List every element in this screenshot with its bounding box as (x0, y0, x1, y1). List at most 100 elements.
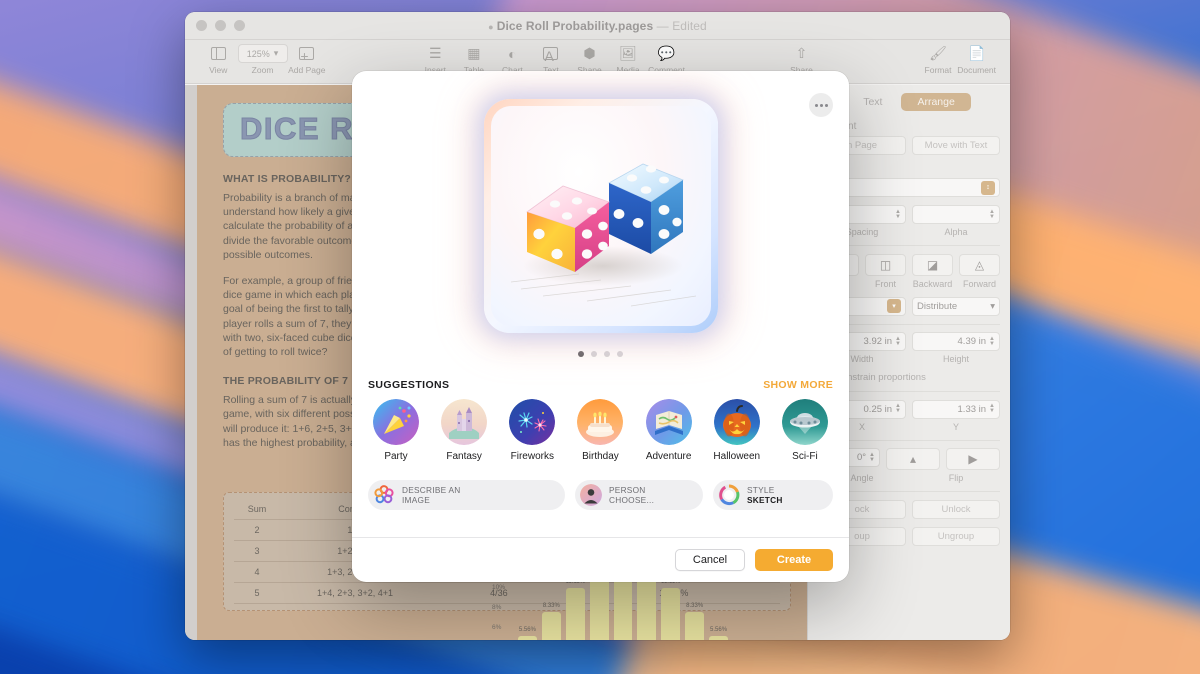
show-more-button[interactable]: SHOW MORE (763, 379, 833, 391)
add-page-icon: + (299, 44, 315, 64)
toolbar-document[interactable]: 📄 Document (957, 42, 996, 75)
suggestion-party[interactable]: Party (366, 399, 426, 462)
toolbar-format[interactable]: 🖌 Format (919, 42, 958, 75)
describe-image-text: DESCRIBE AN IMAGE (402, 485, 461, 506)
carousel-dots[interactable] (578, 351, 623, 357)
distribute-select[interactable]: Distribute ▾ (912, 296, 1000, 316)
chart-bar: 5.56% (518, 627, 537, 640)
flip-vertical-icon[interactable]: ▴ (886, 448, 940, 470)
image-playground-dialog: SUGGESTIONS SHOW MORE Party Fantasy Fire… (352, 71, 849, 582)
chart-ytick: 6% (492, 624, 502, 631)
cancel-button[interactable]: Cancel (675, 549, 745, 571)
style-line1: STYLE (747, 484, 775, 495)
suggestion-adventure[interactable]: Adventure (639, 399, 699, 462)
stepper-icon[interactable]: ▲ ▼ (895, 336, 901, 347)
cell-sum: 2 (234, 519, 280, 542)
window-titlebar: ● Dice Roll Probability.pages — Edited (185, 12, 1010, 40)
create-button[interactable]: Create (755, 549, 833, 571)
distribute-label: Distribute (917, 300, 958, 312)
x-value: 0.25 in (863, 403, 893, 415)
style-line2: SKETCH (747, 495, 783, 505)
chart-bar-label: 5.56% (710, 627, 728, 634)
party-popper-icon (373, 399, 419, 445)
chart-bar: 5.56% (709, 627, 729, 640)
dice-illustration (510, 163, 696, 307)
toolbar-add-page-label: Add Page (288, 65, 326, 75)
bring-front-icon[interactable]: ◫ (865, 253, 906, 276)
person-line2: CHOOSE... (609, 495, 655, 505)
person-line1: PERSON (609, 484, 646, 495)
blue-die (607, 163, 684, 254)
fireworks-icon (509, 399, 556, 445)
carousel-dot[interactable] (617, 351, 623, 357)
stepper-icon[interactable]: ▲ ▼ (869, 452, 875, 463)
chevron-down-icon: ▾ (887, 299, 901, 313)
height-input[interactable]: 4.39 in ▲ ▼ (912, 332, 1000, 351)
forward-label: Forward (962, 278, 996, 289)
chart-icon: ◐ (508, 45, 517, 62)
move-with-text-button[interactable]: Move with Text (912, 136, 1000, 155)
cell-sum: 3 (234, 540, 280, 563)
cell-sum: 5 (234, 582, 280, 605)
style-selector-button[interactable]: STYLE SKETCH (713, 480, 833, 510)
carousel-dot[interactable] (604, 351, 610, 357)
more-options-button[interactable] (809, 93, 833, 117)
ufo-icon (781, 399, 828, 445)
toolbar-zoom-label: Zoom (251, 65, 274, 75)
text-icon: A (543, 44, 559, 64)
flip-horizontal-icon[interactable]: ▶ (946, 448, 1000, 470)
suggestion-scifi[interactable]: Sci-Fi (775, 399, 835, 462)
y-value: 1.33 in (957, 403, 987, 415)
chart-ytick: 8% (492, 604, 502, 611)
carousel-dot[interactable] (591, 351, 597, 357)
zoom-value: 125% (246, 48, 270, 59)
media-icon: 🖼 (619, 45, 637, 61)
describe-line2: IMAGE (402, 495, 430, 505)
suggestion-birthday[interactable]: Birthday (570, 399, 630, 462)
person-avatar-icon (580, 484, 602, 506)
window-edited-label: — Edited (656, 18, 707, 33)
chart-bar (613, 572, 633, 640)
suggestion-fantasy[interactable]: Fantasy (434, 399, 494, 462)
unlock-button[interactable]: Unlock (912, 499, 1000, 519)
toolbar-add-page[interactable]: + Add Page (288, 42, 327, 75)
image-preview-area (352, 71, 849, 373)
bring-forward-icon[interactable]: ◬ (959, 253, 1000, 276)
y-input[interactable]: 1.33 in ▲ ▼ (912, 399, 1000, 419)
generated-image (490, 106, 711, 326)
suggestion-fireworks[interactable]: Fireworks (502, 399, 562, 462)
style-wheel-icon (718, 484, 740, 506)
tab-text[interactable]: Text (847, 93, 898, 111)
stepper-icon[interactable]: ▲ ▼ (989, 403, 995, 414)
stepper-icon[interactable]: ▲ ▼ (989, 209, 995, 220)
person-chooser-button[interactable]: PERSON CHOOSE... (575, 480, 703, 510)
toolbar-zoom[interactable]: 125% ▾ Zoom (237, 42, 288, 75)
ungroup-button[interactable]: Ungroup (912, 526, 1000, 546)
front-label: Front (874, 278, 896, 289)
chart-bar-label: 8.33% (542, 603, 560, 610)
alpha-input[interactable]: ▲ ▼ (912, 205, 1000, 224)
describe-image-button[interactable]: DESCRIBE AN IMAGE (368, 480, 565, 510)
format-brush-icon: 🖌 (929, 45, 947, 61)
ellipsis-dot (824, 103, 828, 107)
suggestion-halloween[interactable]: Halloween (707, 399, 767, 462)
carousel-dot[interactable] (578, 351, 584, 357)
suggestion-label: Birthday (582, 451, 619, 462)
send-backward-icon[interactable]: ◪ (912, 253, 953, 276)
generated-image-card[interactable] (483, 99, 718, 333)
treasure-map-icon (645, 399, 692, 445)
suggestion-label: Fireworks (510, 451, 554, 462)
table-col-sum: Sum (234, 499, 280, 521)
toolbar-format-label: Format (924, 65, 952, 75)
suggestions-header: SUGGESTIONS SHOW MORE (352, 373, 849, 399)
tab-arrange[interactable]: Arrange (901, 93, 971, 111)
share-icon: ⇧ (795, 45, 808, 61)
toolbar-view[interactable]: View (199, 42, 238, 75)
height-value: 4.39 in (957, 336, 987, 347)
stepper-icon[interactable]: ▲ ▼ (895, 403, 901, 414)
lock-icon: ● (488, 21, 494, 32)
stepper-icon[interactable]: ▲ ▼ (895, 209, 901, 220)
stepper-icon[interactable]: ▲ ▼ (989, 336, 995, 347)
chart-bar: 8.33% (685, 603, 705, 640)
y-label: Y (952, 421, 959, 432)
